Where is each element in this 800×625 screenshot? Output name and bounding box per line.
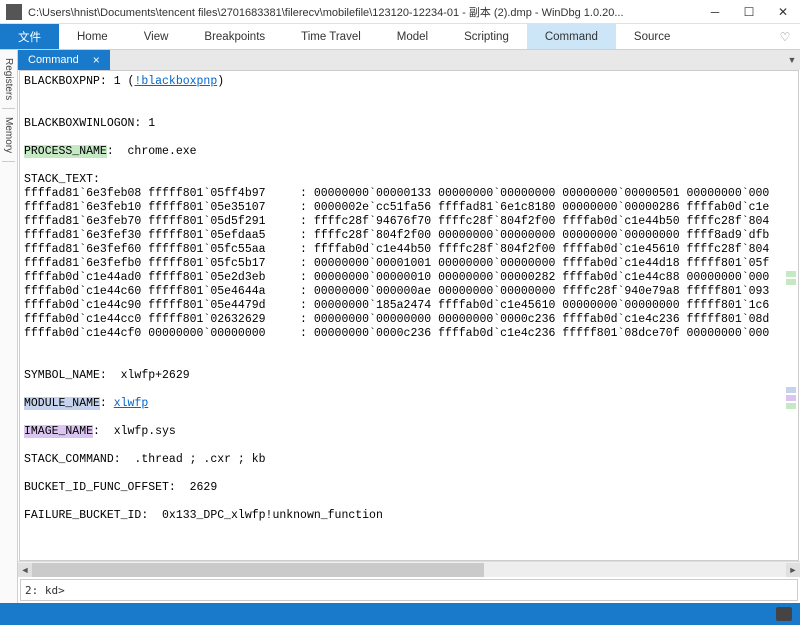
prompt-label: 2: kd>: [21, 584, 69, 597]
sidetab-memory[interactable]: Memory: [2, 109, 15, 162]
tab-timetravel[interactable]: Time Travel: [283, 24, 379, 49]
minimize-button[interactable]: ─: [698, 0, 732, 24]
tab-model[interactable]: Model: [379, 24, 446, 49]
app-icon: [6, 4, 22, 20]
scroll-track[interactable]: [32, 563, 786, 577]
status-bar: [0, 603, 800, 625]
link-blackboxpnp[interactable]: !blackboxpnp: [134, 75, 217, 88]
scroll-left-icon[interactable]: ◄: [18, 563, 32, 577]
doctabs-dropdown-icon[interactable]: ▼: [784, 50, 800, 70]
maximize-button[interactable]: ☐: [732, 0, 766, 24]
ribbon-tabs: 文件 Home View Breakpoints Time Travel Mod…: [0, 24, 800, 50]
console-scroll[interactable]: BLACKBOXPNP: 1 (!blackboxpnp) BLACKBOXWI…: [20, 71, 798, 560]
field-image-name: IMAGE_NAME: [24, 425, 93, 438]
doctab-close-icon[interactable]: ×: [93, 53, 100, 67]
scroll-right-icon[interactable]: ►: [786, 563, 800, 577]
tab-command[interactable]: Command: [527, 24, 616, 49]
feedback-icon[interactable]: ♡: [770, 24, 800, 49]
sidetab-registers[interactable]: Registers: [2, 50, 15, 109]
status-feedback-icon[interactable]: [776, 607, 792, 621]
workspace: Registers Memory Command × ▼ BLACKBOXPNP…: [0, 50, 800, 603]
console-output: BLACKBOXPNP: 1 (!blackboxpnp) BLACKBOXWI…: [20, 71, 798, 527]
command-input[interactable]: [69, 580, 797, 600]
link-module-xlwfp[interactable]: xlwfp: [114, 397, 149, 410]
document-tabs: Command × ▼: [18, 50, 800, 70]
title-bar: C:\Users\hnist\Documents\tencent files\2…: [0, 0, 800, 24]
main-pane: Command × ▼ BLACKBOXPNP: 1 (!blackboxpnp…: [18, 50, 800, 603]
field-process-name: PROCESS_NAME: [24, 145, 107, 158]
scroll-thumb[interactable]: [32, 563, 484, 577]
tab-scripting[interactable]: Scripting: [446, 24, 527, 49]
tab-source[interactable]: Source: [616, 24, 688, 49]
tab-home[interactable]: Home: [59, 24, 126, 49]
console-panel: BLACKBOXPNP: 1 (!blackboxpnp) BLACKBOXWI…: [19, 70, 799, 561]
command-prompt: 2: kd>: [20, 579, 798, 601]
doctab-label: Command: [28, 54, 79, 66]
horizontal-scrollbar[interactable]: ◄ ►: [18, 561, 800, 577]
field-module-name: MODULE_NAME: [24, 397, 100, 410]
tab-breakpoints[interactable]: Breakpoints: [186, 24, 283, 49]
tab-file[interactable]: 文件: [0, 24, 59, 49]
side-tool-tabs: Registers Memory: [0, 50, 18, 603]
close-button[interactable]: ✕: [766, 0, 800, 24]
tab-view[interactable]: View: [126, 24, 187, 49]
window-title: C:\Users\hnist\Documents\tencent files\2…: [28, 4, 698, 20]
doctab-command[interactable]: Command ×: [18, 50, 110, 70]
